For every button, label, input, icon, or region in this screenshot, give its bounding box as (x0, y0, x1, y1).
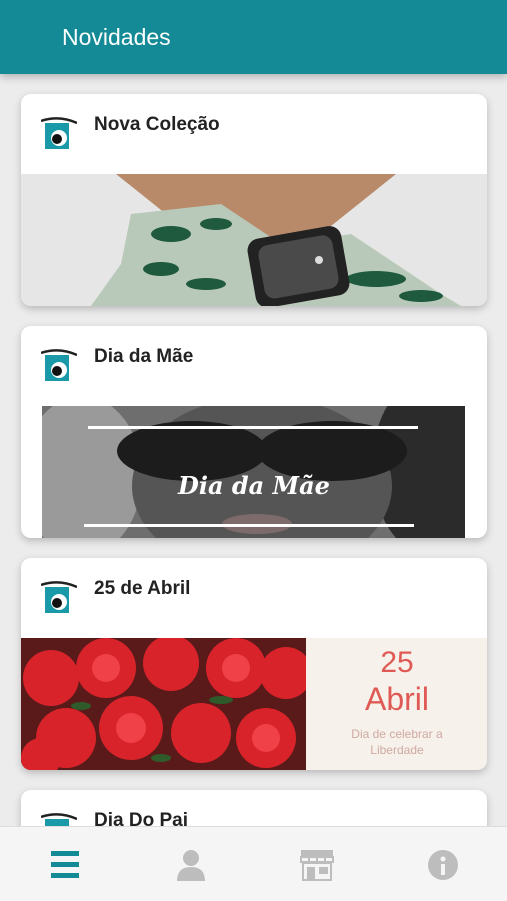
info-icon[interactable] (423, 845, 463, 885)
banner-text: Dia da Mãe (177, 471, 330, 500)
user-icon[interactable] (171, 845, 211, 885)
promo-month: Abril (365, 681, 429, 717)
collection-photo (21, 174, 487, 306)
news-card-25-de-abril[interactable]: 25 de Abril 25 Abril Dia de celebrar a L… (21, 558, 487, 770)
card-title: 25 de Abril (94, 578, 191, 599)
mothers-day-photo: Dia da Mãe (42, 406, 465, 538)
bottom-navigation (0, 826, 507, 901)
promo-line-2: Liberdade (370, 743, 424, 757)
news-card-dia-da-mae[interactable]: Dia da Mãe Dia da Mãe (21, 326, 487, 538)
promo-line-1: Dia de celebrar a (351, 727, 443, 741)
store-icon[interactable] (297, 845, 337, 885)
menu-icon[interactable] (45, 845, 85, 885)
brand-logo-icon (41, 117, 77, 149)
brand-logo-icon (41, 349, 77, 381)
app-bar: Novidades (0, 0, 507, 74)
promo-number: 25 (380, 646, 413, 679)
news-card-nova-colecao[interactable]: Nova Coleção (21, 94, 487, 306)
carnations-banner: 25 Abril Dia de celebrar a Liberdade (21, 638, 487, 770)
page-title: Novidades (62, 24, 171, 50)
card-title: Nova Coleção (94, 114, 220, 135)
brand-logo-icon (41, 581, 77, 613)
card-title: Dia da Mãe (94, 346, 194, 367)
